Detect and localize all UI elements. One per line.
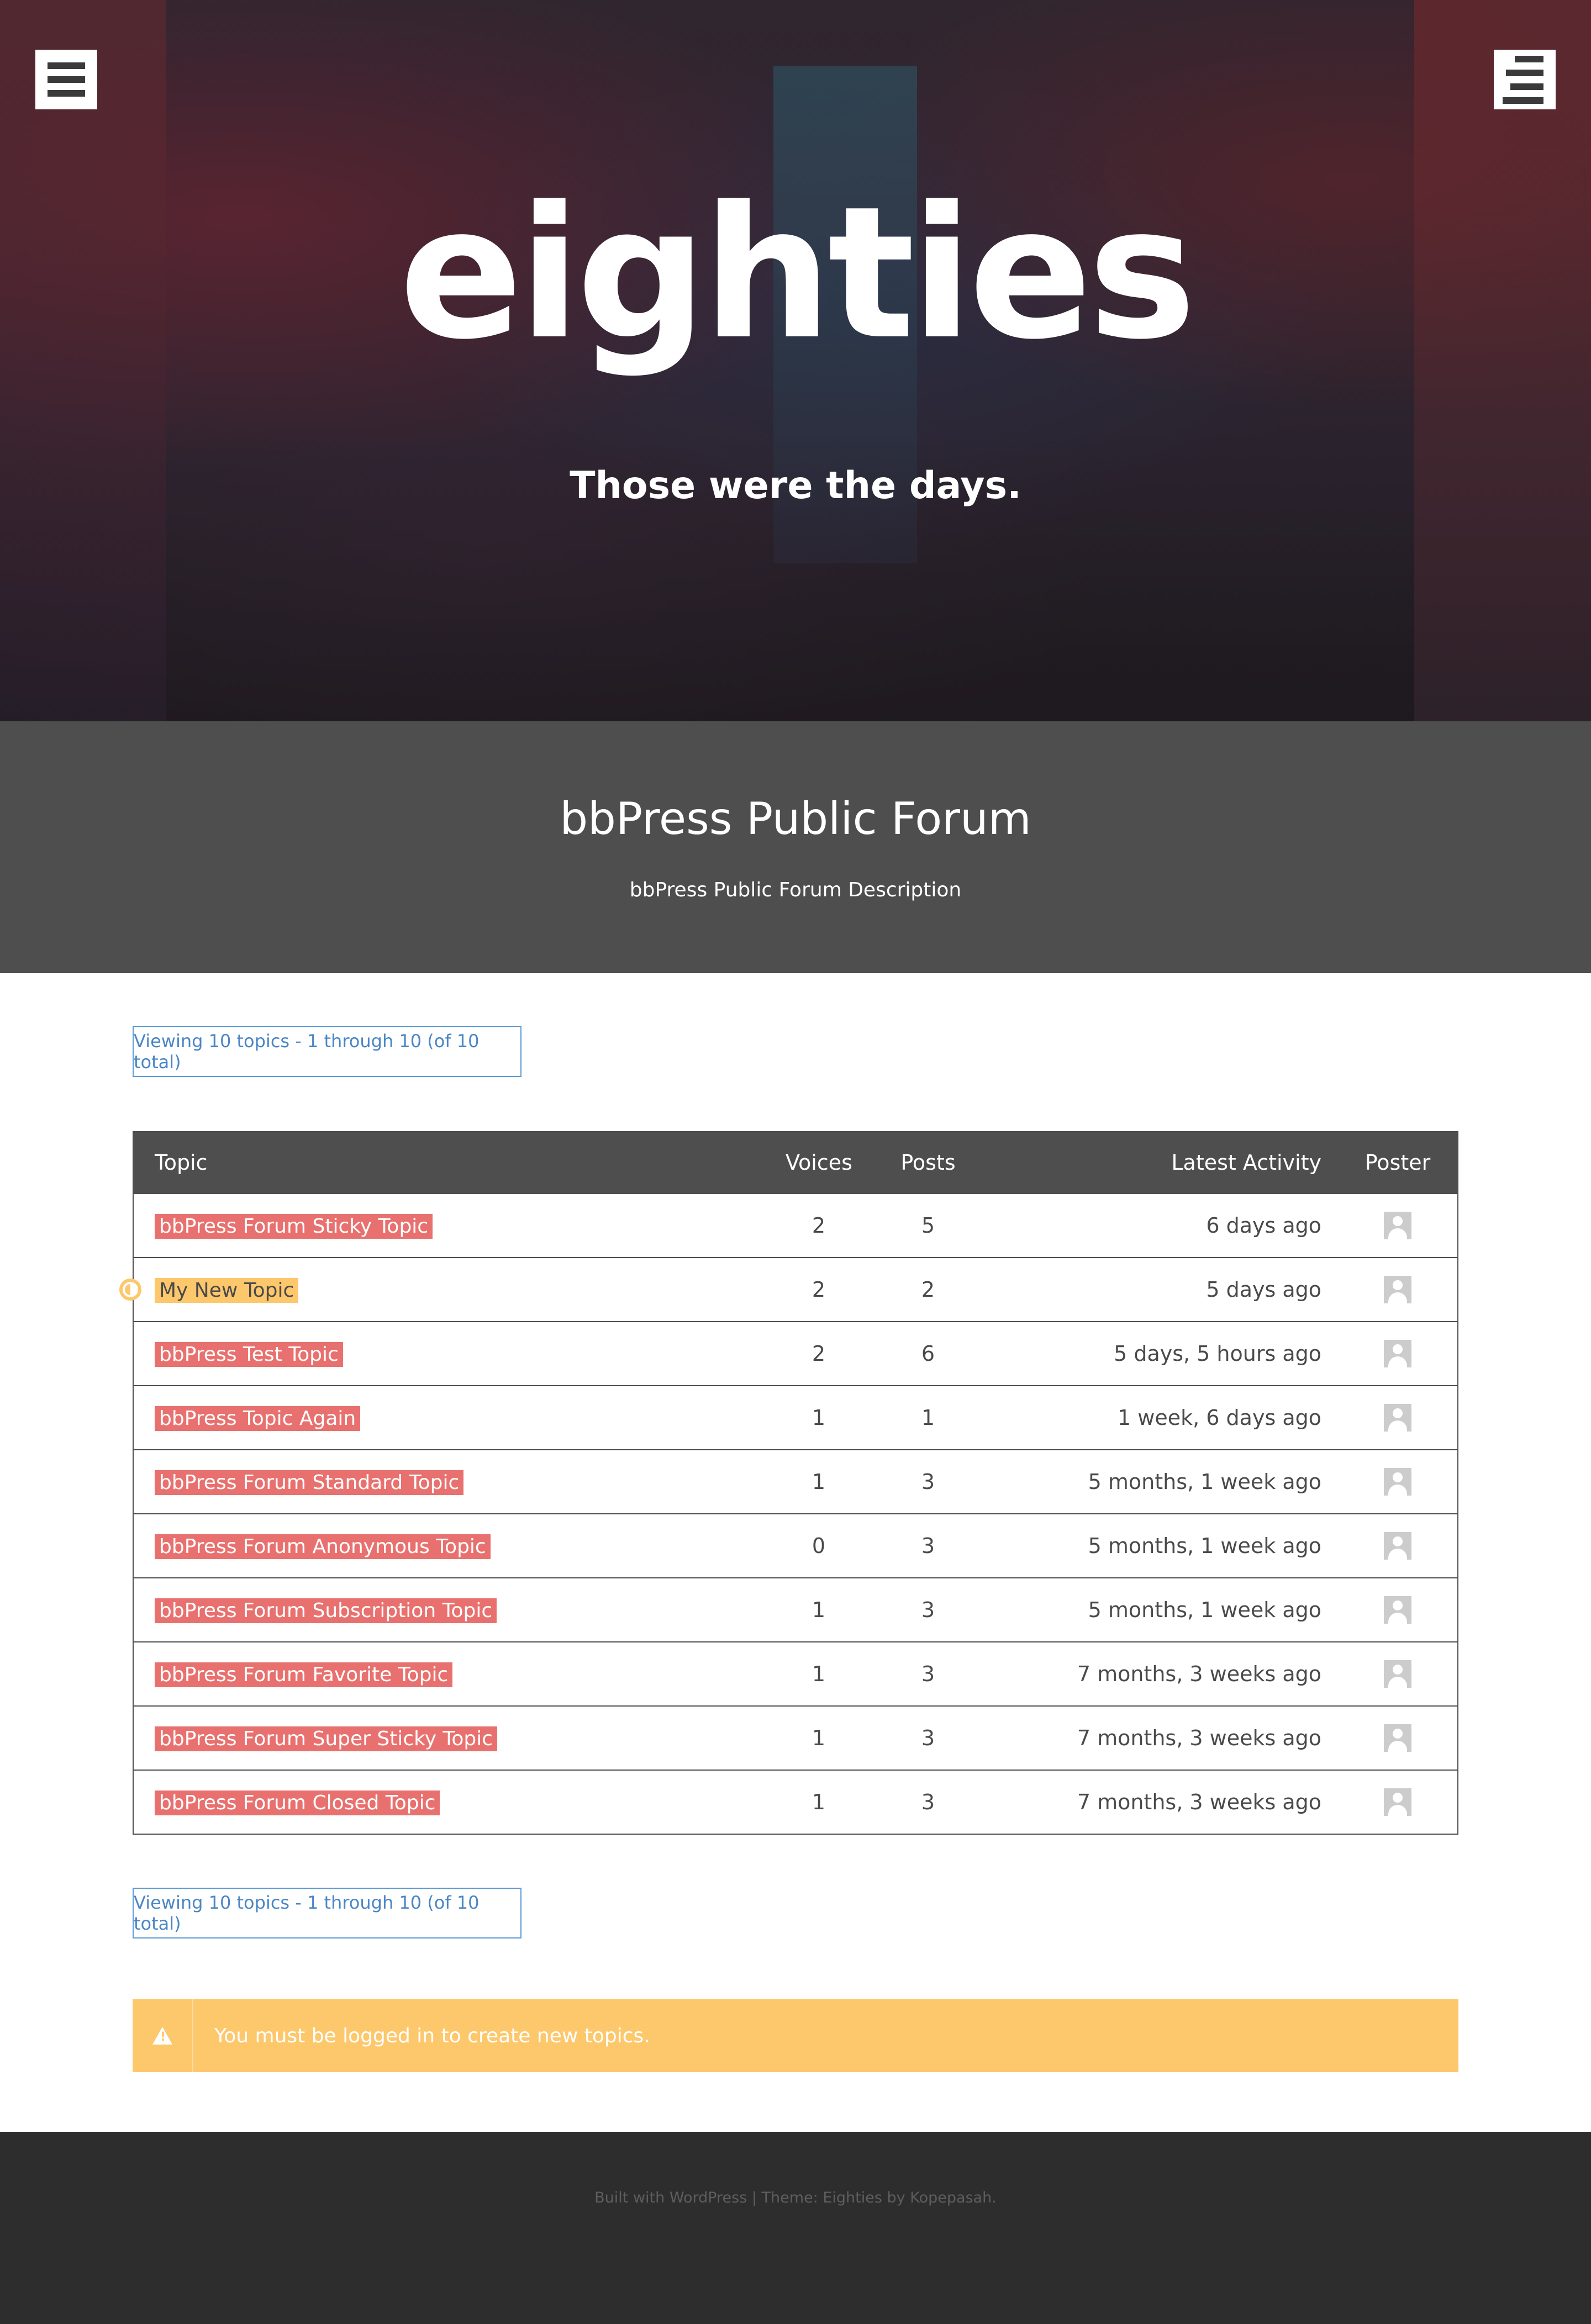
topic-voices: 1: [812, 1790, 826, 1814]
footer-credits[interactable]: Built with WordPress | Theme: Eighties b…: [594, 2189, 997, 2206]
table-row: bbPress Forum Sticky Topic 2 5 6 days ag…: [134, 1193, 1457, 1257]
header-topic: Topic: [155, 1150, 208, 1175]
header-voices: Voices: [786, 1150, 852, 1175]
topic-voices: 1: [812, 1726, 826, 1750]
avatar-placeholder-icon[interactable]: [1384, 1276, 1411, 1303]
new-topic-indicator-icon: [119, 1279, 141, 1301]
site-title[interactable]: eighties: [0, 182, 1591, 365]
table-row: bbPress Forum Anonymous Topic 0 3 5 mont…: [134, 1513, 1457, 1577]
forum-header: bbPress Public Forum bbPress Public Foru…: [0, 721, 1591, 973]
topics-table: Topic Voices Posts Latest Activity Poste…: [119, 1131, 1458, 1835]
topic-posts: 5: [921, 1213, 935, 1238]
pagination-count-top: Viewing 10 topics - 1 through 10 (of 10 …: [133, 1026, 521, 1077]
topic-link[interactable]: bbPress Forum Super Sticky Topic: [155, 1726, 498, 1751]
topic-link[interactable]: bbPress Topic Again: [155, 1406, 361, 1431]
topic-posts: 3: [921, 1598, 935, 1622]
topics-table-header: Topic Voices Posts Latest Activity Poste…: [134, 1132, 1457, 1193]
topic-latest-activity[interactable]: 5 months, 1 week ago: [1088, 1470, 1321, 1494]
topic-link[interactable]: bbPress Forum Sticky Topic: [155, 1214, 433, 1239]
topic-posts: 3: [921, 1726, 935, 1750]
avatar-placeholder-icon[interactable]: [1384, 1404, 1411, 1432]
topic-voices: 2: [812, 1213, 826, 1238]
topic-latest-activity[interactable]: 7 months, 3 weeks ago: [1077, 1662, 1321, 1686]
avatar-placeholder-icon[interactable]: [1384, 1212, 1411, 1239]
notice-icon-box: [133, 1999, 193, 2072]
topic-voices: 2: [812, 1341, 826, 1366]
avatar-placeholder-icon[interactable]: [1384, 1596, 1411, 1624]
topic-link[interactable]: bbPress Forum Favorite Topic: [155, 1662, 453, 1687]
notice-message: You must be logged in to create new topi…: [214, 2024, 650, 2047]
topic-posts: 1: [921, 1406, 935, 1430]
avatar-placeholder-icon[interactable]: [1384, 1724, 1411, 1752]
topic-latest-activity[interactable]: 5 months, 1 week ago: [1088, 1598, 1321, 1622]
site-tagline: Those were the days.: [570, 464, 1021, 508]
warning-icon: [152, 2027, 172, 2045]
avatar-placeholder-icon[interactable]: [1384, 1532, 1411, 1560]
header-latest-activity: Latest Activity: [1171, 1150, 1321, 1175]
forum-title: bbPress Public Forum: [560, 793, 1031, 844]
table-row: My New Topic 2 2 5 days ago: [119, 1257, 1457, 1321]
table-row: bbPress Forum Closed Topic 1 3 7 months,…: [134, 1770, 1457, 1834]
header-poster: Poster: [1365, 1150, 1431, 1175]
hamburger-menu-icon[interactable]: [35, 50, 97, 109]
topic-latest-activity[interactable]: 6 days ago: [1206, 1213, 1321, 1238]
topic-link[interactable]: bbPress Forum Anonymous Topic: [155, 1534, 491, 1559]
table-row: bbPress Forum Standard Topic 1 3 5 month…: [134, 1449, 1457, 1513]
topic-posts: 2: [921, 1277, 935, 1302]
topic-posts: 3: [921, 1470, 935, 1494]
topic-latest-activity[interactable]: 7 months, 3 weeks ago: [1077, 1790, 1321, 1814]
topic-link[interactable]: bbPress Forum Subscription Topic: [155, 1598, 497, 1623]
login-notice: You must be logged in to create new topi…: [133, 1999, 1458, 2072]
topic-link[interactable]: bbPress Forum Closed Topic: [155, 1790, 440, 1815]
topic-posts: 3: [921, 1662, 935, 1686]
site-header-hero: eighties Those were the days.: [0, 0, 1591, 721]
topic-voices: 1: [812, 1598, 826, 1622]
topic-posts: 3: [921, 1790, 935, 1814]
topic-posts: 3: [921, 1534, 935, 1558]
table-row: bbPress Forum Subscription Topic 1 3 5 m…: [134, 1577, 1457, 1641]
table-row: bbPress Topic Again 1 1 1 week, 6 days a…: [134, 1385, 1457, 1449]
table-row: bbPress Forum Favorite Topic 1 3 7 month…: [134, 1641, 1457, 1705]
topic-latest-activity[interactable]: 5 days, 5 hours ago: [1114, 1341, 1321, 1366]
topic-voices: 2: [812, 1277, 826, 1302]
avatar-placeholder-icon[interactable]: [1384, 1660, 1411, 1688]
site-footer: Built with WordPress | Theme: Eighties b…: [0, 2132, 1591, 2324]
topic-link[interactable]: My New Topic: [155, 1278, 299, 1303]
avatar-placeholder-icon[interactable]: [1384, 1468, 1411, 1496]
topic-latest-activity[interactable]: 1 week, 6 days ago: [1118, 1406, 1321, 1430]
forum-content: Viewing 10 topics - 1 through 10 (of 10 …: [0, 973, 1591, 2132]
topic-voices: 1: [812, 1662, 826, 1686]
sidebar-menu-icon[interactable]: [1494, 50, 1556, 109]
topic-link[interactable]: bbPress Forum Standard Topic: [155, 1470, 464, 1495]
topic-latest-activity[interactable]: 7 months, 3 weeks ago: [1077, 1726, 1321, 1750]
topic-latest-activity[interactable]: 5 days ago: [1206, 1277, 1321, 1302]
topic-voices: 1: [812, 1470, 826, 1494]
forum-description: bbPress Public Forum Description: [629, 879, 962, 901]
header-posts: Posts: [900, 1150, 956, 1175]
topic-posts: 6: [921, 1341, 935, 1366]
topic-voices: 0: [812, 1534, 826, 1558]
table-row: bbPress Test Topic 2 6 5 days, 5 hours a…: [134, 1321, 1457, 1385]
avatar-placeholder-icon[interactable]: [1384, 1788, 1411, 1816]
avatar-placeholder-icon[interactable]: [1384, 1340, 1411, 1367]
pagination-count-bottom: Viewing 10 topics - 1 through 10 (of 10 …: [133, 1888, 521, 1939]
topic-latest-activity[interactable]: 5 months, 1 week ago: [1088, 1534, 1321, 1558]
table-row: bbPress Forum Super Sticky Topic 1 3 7 m…: [134, 1705, 1457, 1770]
topic-link[interactable]: bbPress Test Topic: [155, 1342, 343, 1367]
topic-voices: 1: [812, 1406, 826, 1430]
